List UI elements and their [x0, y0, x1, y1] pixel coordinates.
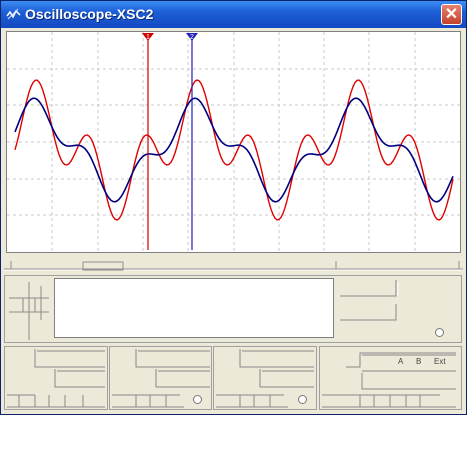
close-icon: ✕ — [444, 6, 459, 23]
trigger-b-label[interactable]: B — [416, 357, 421, 366]
timebase-panel — [4, 346, 108, 410]
close-button[interactable]: ✕ — [441, 4, 462, 25]
title-bar[interactable]: Oscilloscope-XSC2 ✕ — [1, 1, 466, 28]
channel-b-trace — [14, 97, 454, 203]
cursor-1-label: 1 — [146, 34, 150, 41]
readout-panel — [4, 275, 462, 343]
timebase-controls[interactable] — [5, 347, 107, 409]
readout-table — [54, 278, 334, 338]
channel-a-trace — [14, 79, 454, 221]
oscilloscope-window: Oscilloscope-XSC2 ✕ 1 2 A B Ext — [0, 0, 467, 415]
scope-grid — [7, 32, 460, 252]
window-title: Oscilloscope-XSC2 — [25, 6, 154, 22]
scope-scroll-strip[interactable] — [1, 257, 466, 273]
trigger-ext-label[interactable]: Ext — [434, 357, 446, 366]
readout-radio[interactable] — [435, 328, 444, 337]
channel-a-radio[interactable] — [193, 395, 202, 404]
readout-grid-icon — [9, 282, 49, 340]
trigger-a-label[interactable]: A — [398, 357, 403, 366]
scope-display: 1 2 — [6, 31, 461, 253]
channel-b-panel — [213, 346, 317, 410]
oscilloscope-icon — [6, 8, 21, 20]
trigger-panel: A B Ext — [319, 346, 462, 410]
channel-b-radio[interactable] — [298, 395, 307, 404]
scope-graph: 1 2 — [7, 32, 460, 252]
cursor-2-label: 2 — [190, 34, 194, 41]
channel-a-panel — [109, 346, 212, 410]
